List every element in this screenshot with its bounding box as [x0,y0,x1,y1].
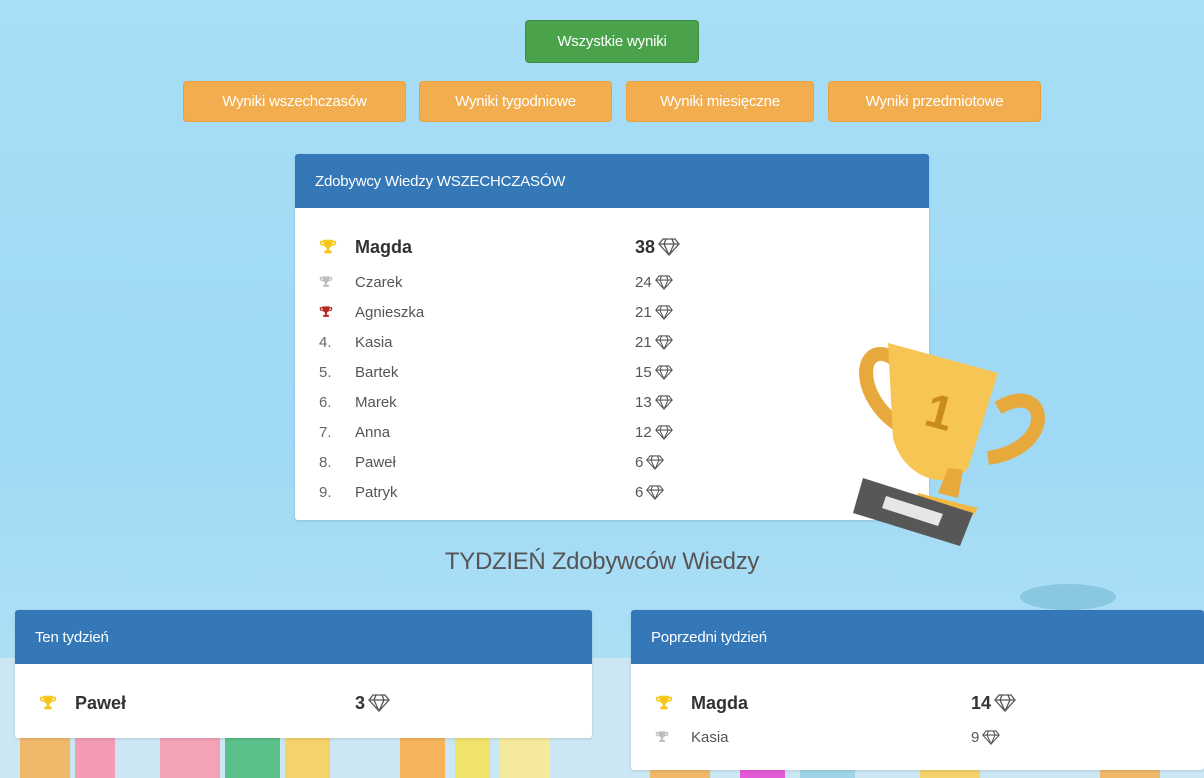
player-name: Magda [691,692,749,713]
previous-week-panel: Poprzedni tydzień Magda 14 Kasia 9 [631,610,1204,770]
bronze-trophy-icon [319,305,341,319]
this-week-header: Ten tydzień [15,610,592,664]
all-results-button[interactable]: Wszystkie wyniki [525,20,699,63]
leaderboard-row: 6. Marek 13 [295,387,929,417]
week-section-title: TYDZIEŃ Zdobywców Wiedzy [444,548,760,575]
this-week-panel: Ten tydzień Paweł 3 [15,610,592,738]
leaderboard-row: Magda 38 [295,232,929,262]
leaderboard-row: 4. Kasia 21 [295,327,929,357]
previous-week-title: Poprzedni tydzień [651,628,767,646]
alltime-leaderboard-panel: Zdobywcy Wiedzy WSZECHCZASÓW Magda 38 Cz… [295,154,929,520]
leaderboard-row: 9. Patryk 6 [295,477,929,507]
player-name: Patryk [355,483,398,501]
player-score: 13 [635,394,673,411]
monthly-results-button[interactable]: Wyniki miesięczne [626,81,814,122]
rank-number: 8. [319,453,332,471]
alltime-panel-header: Zdobywcy Wiedzy WSZECHCZASÓW [295,154,929,208]
player-name: Kasia [355,333,393,351]
diamond-icon [982,729,1001,745]
rank-number: 4. [319,333,332,351]
leaderboard-row: 5. Bartek 15 [295,357,929,387]
leaderboard-row: Agnieszka 21 [295,297,929,327]
rank-number: 6. [319,393,332,411]
rank-number: 9. [319,483,332,501]
gold-trophy-icon [655,694,677,712]
diamond-icon [994,694,1016,712]
leaderboard-row: Magda 14 [631,688,1204,718]
leaderboard-row: Czarek 24 [295,267,929,297]
gold-trophy-icon [39,694,61,712]
player-name: Paweł [355,453,396,471]
big-trophy-illustration: 1 [853,343,1045,546]
player-score: 15 [635,364,673,381]
rank-number: 5. [319,363,332,381]
blimp-icon [1020,584,1116,610]
player-name: Kasia [691,728,729,746]
leaderboard-row: 7. Anna 12 [295,417,929,447]
player-name: Paweł [75,692,127,713]
alltime-results-button[interactable]: Wyniki wszechczasów [183,81,406,122]
player-score: 38 [635,237,680,258]
diamond-icon [654,424,673,440]
leaderboard-row: 8. Paweł 6 [295,447,929,477]
player-score: 12 [635,424,673,441]
leaderboard-row: Kasia 9 [631,722,1204,752]
player-score: 21 [635,334,673,351]
diamond-icon [654,334,673,350]
alltime-panel-title: Zdobywcy Wiedzy WSZECHCZASÓW [315,172,566,190]
subject-results-button[interactable]: Wyniki przedmiotowe [828,81,1041,122]
player-score: 21 [635,304,673,321]
gold-trophy-icon [319,238,341,256]
weekly-results-button[interactable]: Wyniki tygodniowe [419,81,612,122]
silver-trophy-icon [319,275,341,289]
silver-trophy-icon [655,730,677,744]
diamond-icon [654,394,673,410]
rank-number: 7. [319,423,332,441]
player-name: Agnieszka [355,303,425,321]
diamond-icon [654,364,673,380]
player-name: Czarek [355,273,403,291]
player-score: 9 [971,729,1001,746]
diamond-icon [654,274,673,290]
diamond-icon [646,484,665,500]
player-name: Magda [355,236,413,257]
player-score: 14 [971,693,1016,714]
player-score: 6 [635,454,665,471]
diamond-icon [368,694,390,712]
player-name: Marek [355,393,397,411]
diamond-icon [654,304,673,320]
previous-week-header: Poprzedni tydzień [631,610,1204,664]
diamond-icon [658,238,680,256]
leaderboard-row: Paweł 3 [15,688,592,718]
this-week-title: Ten tydzień [35,628,109,646]
player-score: 24 [635,274,673,291]
player-name: Bartek [355,363,399,381]
diamond-icon [646,454,665,470]
player-score: 3 [355,693,390,714]
player-name: Anna [355,423,391,441]
player-score: 6 [635,484,665,501]
